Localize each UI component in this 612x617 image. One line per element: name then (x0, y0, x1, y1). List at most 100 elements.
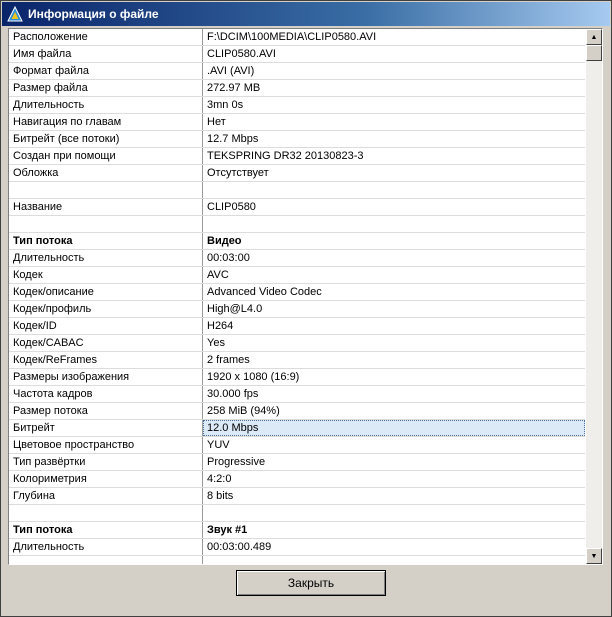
table-row[interactable]: Размеры изображения 1920 x 1080 (16:9) (9, 369, 585, 386)
property-value: 8 bits (207, 490, 234, 502)
table-row[interactable]: Тип развёртки Progressive (9, 454, 585, 471)
property-value: 30.000 fps (207, 388, 259, 400)
app-logo-icon (7, 6, 23, 22)
property-name: Битрейт (9, 420, 203, 436)
table-row[interactable] (9, 182, 585, 199)
table-row[interactable]: Частота кадров 30.000 fps (9, 386, 585, 403)
scroll-up-button[interactable]: ▲ (586, 29, 602, 45)
property-name: Кодек/ID (9, 318, 203, 334)
table-row[interactable]: Цветовое пространство YUV (9, 437, 585, 454)
table-row[interactable]: Кодек/профиль High@L4.0 (9, 301, 585, 318)
property-name: Создан при помощи (9, 148, 203, 164)
property-name: Тип потока (9, 233, 203, 249)
property-value: Yes (207, 337, 225, 349)
table-row[interactable]: Формат файла .AVI (AVI) (9, 63, 585, 80)
table-row[interactable]: Кодек AVC (9, 267, 585, 284)
table-row[interactable]: Создан при помощи TEKSPRING DR32 20130823… (9, 148, 585, 165)
property-value: 258 MiB (94%) (207, 405, 280, 417)
table-row[interactable] (9, 505, 585, 522)
property-name (9, 216, 203, 232)
property-value: Нет (207, 116, 226, 128)
property-name (9, 182, 203, 198)
property-value: CLIP0580.AVI (207, 48, 276, 60)
table-row[interactable]: Обложка Отсутствует (9, 165, 585, 182)
property-value: 00:03:00.489 (207, 541, 272, 553)
property-value: 1920 x 1080 (16:9) (207, 371, 300, 383)
property-name: Кодек (9, 267, 203, 283)
property-name: Обложка (9, 165, 203, 181)
property-value: TEKSPRING DR32 20130823-3 (207, 150, 364, 162)
scroll-thumb[interactable] (586, 45, 602, 61)
table-row[interactable]: Колориметрия 4:2:0 (9, 471, 585, 488)
table-row[interactable]: Навигация по главам Нет (9, 114, 585, 131)
property-value: Видео (207, 235, 242, 247)
property-value: .AVI (AVI) (207, 65, 255, 77)
property-value: H264 (207, 320, 234, 332)
property-value: High@L4.0 (207, 303, 263, 315)
property-name: Битрейт (все потоки) (9, 131, 203, 147)
property-value: 12.7 Mbps (207, 133, 259, 145)
property-value (203, 556, 585, 564)
table-row[interactable]: Имя файла CLIP0580.AVI (9, 46, 585, 63)
property-value: 3mn 0s (207, 99, 244, 111)
property-name: Название (9, 199, 203, 215)
scroll-down-button[interactable]: ▼ (586, 548, 602, 564)
property-name: Длительность (9, 97, 203, 113)
property-name: Глубина (9, 488, 203, 504)
property-name (9, 556, 203, 564)
table-row[interactable]: Битрейт 12.0 Mbps (9, 420, 585, 437)
property-value: CLIP0580 (207, 201, 256, 213)
table-row[interactable]: Название CLIP0580 (9, 199, 585, 216)
table-row[interactable]: Длительность 3mn 0s (9, 97, 585, 114)
property-value: Отсутствует (207, 167, 269, 179)
property-name (9, 505, 203, 521)
table-row[interactable]: Тип потока Видео (9, 233, 585, 250)
property-name: Тип потока (9, 522, 203, 538)
property-value: Advanced Video Codec (207, 286, 322, 298)
property-value: 12.0 Mbps (203, 420, 585, 436)
property-name: Имя файла (9, 46, 203, 62)
table-row[interactable]: Кодек/ReFrames 2 frames (9, 352, 585, 369)
property-name: Кодек/описание (9, 284, 203, 300)
table-row[interactable]: Размер потока 258 MiB (94%) (9, 403, 585, 420)
table-row[interactable]: Длительность 00:03:00.489 (9, 539, 585, 556)
vertical-scrollbar[interactable]: ▲ ▼ (586, 29, 602, 564)
property-name: Кодек/профиль (9, 301, 203, 317)
property-name: Длительность (9, 539, 203, 555)
table-row[interactable]: Кодек/описание Advanced Video Codec (9, 284, 585, 301)
property-name: Длительность (9, 250, 203, 266)
table-row[interactable]: Длительность 00:03:00 (9, 250, 585, 267)
property-value: YUV (207, 439, 230, 451)
info-rows: Расположение F:\DCIM\100MEDIA\CLIP0580.AV… (9, 29, 585, 564)
property-name: Расположение (9, 29, 203, 45)
arrow-down-icon: ▼ (590, 552, 598, 560)
property-value: Progressive (207, 456, 266, 468)
file-info-window: Информация о файле Расположение F:\DCIM\1… (0, 0, 612, 617)
property-name: Навигация по главам (9, 114, 203, 130)
table-row[interactable]: Кодек/ID H264 (9, 318, 585, 335)
property-name: Тип развёртки (9, 454, 203, 470)
close-button[interactable]: Закрыть (236, 570, 386, 596)
property-name: Колориметрия (9, 471, 203, 487)
property-value: 00:03:00 (207, 252, 250, 264)
info-table[interactable]: Расположение F:\DCIM\100MEDIA\CLIP0580.AV… (8, 28, 603, 565)
property-value: 2 frames (207, 354, 250, 366)
property-name: Цветовое пространство (9, 437, 203, 453)
property-name: Кодек/ReFrames (9, 352, 203, 368)
table-row[interactable] (9, 216, 585, 233)
property-value: F:\DCIM\100MEDIA\CLIP0580.AVI (207, 31, 377, 43)
window-title: Информация о файле (28, 7, 159, 21)
property-value (203, 216, 585, 232)
table-row[interactable]: Размер файла 272.97 MB (9, 80, 585, 97)
table-row[interactable]: Глубина 8 bits (9, 488, 585, 505)
property-value: 272.97 MB (207, 82, 261, 94)
table-row[interactable]: Кодек/CABAC Yes (9, 335, 585, 352)
table-row[interactable]: Битрейт (все потоки) 12.7 Mbps (9, 131, 585, 148)
property-value: AVC (207, 269, 229, 281)
property-value: 4:2:0 (207, 473, 232, 485)
table-row[interactable]: Расположение F:\DCIM\100MEDIA\CLIP0580.AV… (9, 29, 585, 46)
property-name: Размер потока (9, 403, 203, 419)
title-bar[interactable]: Информация о файле (2, 2, 610, 26)
table-row[interactable] (9, 556, 585, 564)
table-row[interactable]: Тип потока Звук #1 (9, 522, 585, 539)
